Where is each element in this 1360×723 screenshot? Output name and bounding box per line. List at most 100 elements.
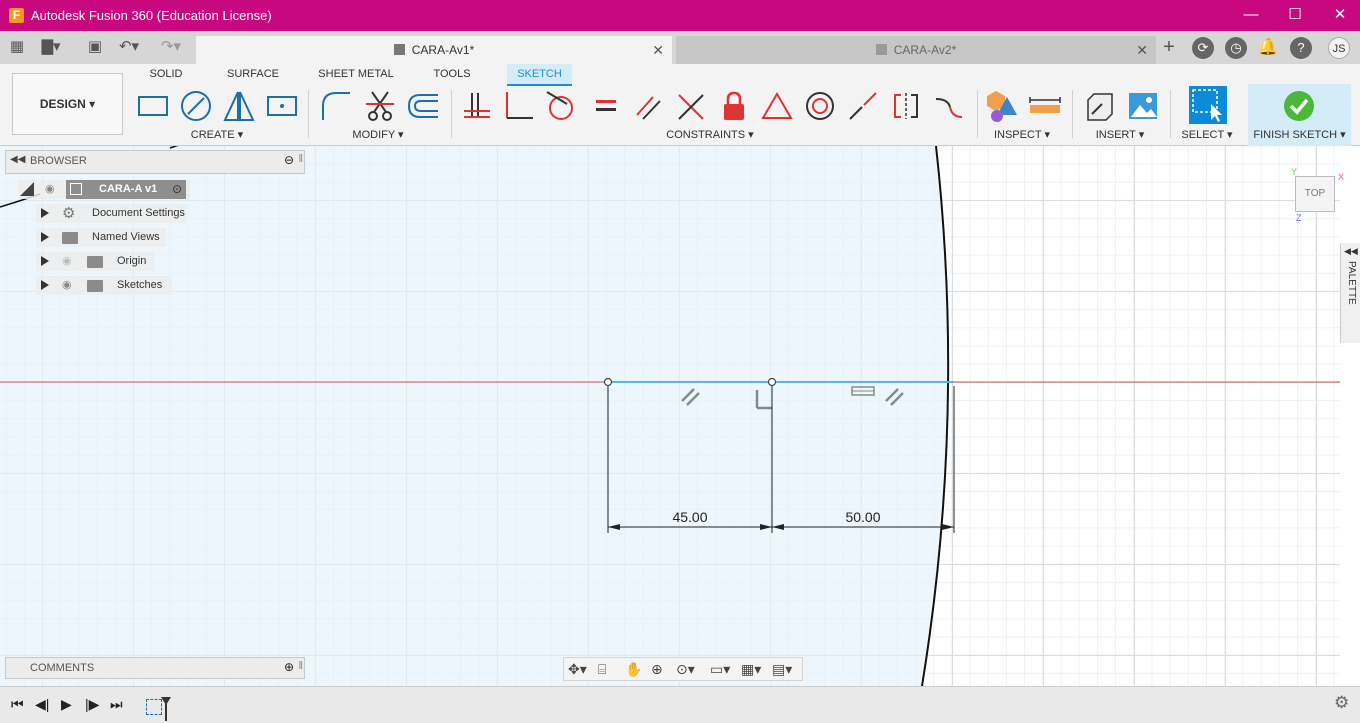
insert-derive-icon[interactable] [1083,89,1117,123]
fillet-tool-icon[interactable] [319,89,353,123]
play-icon[interactable]: ▶ [61,696,72,713]
user-avatar[interactable]: JS [1328,37,1350,59]
app-grid-icon[interactable]: ▦ [6,36,28,58]
browser-item-named-views[interactable]: Named Views [36,228,166,247]
expand-triangle-icon[interactable] [41,232,49,242]
browser-root-row[interactable]: ◉ CARA-A v1 ⊙ [18,180,190,199]
sketch-palette-tab[interactable]: ◀◀ SKETCH PALETTE [1340,243,1360,343]
notifications-icon[interactable]: 🔔 [1257,37,1279,59]
tab-cara-av2[interactable]: CARA-Av2* ✕ [676,36,1156,64]
fix-lock-icon[interactable] [717,89,751,123]
folder-icon [87,280,103,292]
browser-minimize-icon[interactable]: ⊖ [284,153,294,167]
new-tab-icon[interactable]: + [1158,36,1180,58]
fit-icon[interactable]: ⊙▾ [676,661,695,678]
tab-solid[interactable]: SOLID [138,64,194,86]
pan-hand-icon[interactable]: ✋ [625,661,642,678]
panel-drag-handle[interactable]: ‖ [298,660,303,672]
close-window-button[interactable]: ✕ [1325,4,1355,26]
tab-sheet-metal[interactable]: SHEET METAL [316,64,396,86]
orbit-icon[interactable]: ✥▾ [568,661,587,678]
expand-triangle-icon[interactable] [41,280,49,290]
perpendicular-constraint-icon[interactable] [674,89,708,123]
extensions-icon[interactable]: ⟳ [1192,37,1214,59]
browser-item-origin[interactable]: ◉ Origin [36,252,154,271]
parallel-constraint-icon[interactable] [631,89,665,123]
modify-menu[interactable]: MODIFY ▾ [348,128,408,141]
rectangle-tool-icon[interactable] [136,89,170,123]
grid-settings-icon[interactable]: ▦▾ [741,661,761,678]
undo-icon[interactable]: ↶▾ [118,36,140,58]
trim-scissors-icon[interactable] [363,89,397,123]
dimension-value-45[interactable]: 45.00 [672,509,707,525]
sketch-canvas[interactable]: 45.00 50.00 [0,146,1340,686]
insert-image-icon[interactable] [1126,89,1160,123]
coincident-constraint-icon[interactable] [502,89,536,123]
step-forward-icon[interactable]: |▶ [85,696,99,713]
concentric-constraint-icon[interactable] [803,89,837,123]
save-icon[interactable]: ▣ [84,36,106,58]
sketch-feature-icon[interactable] [146,699,162,715]
insert-menu[interactable]: INSERT ▾ [1093,128,1147,141]
offset-tool-icon[interactable] [406,89,440,123]
look-at-icon[interactable]: ⌸ [598,661,606,678]
point-tool-icon[interactable] [265,89,299,123]
tab-surface[interactable]: SURFACE [222,64,284,86]
tab-cara-av1[interactable]: CARA-Av1* ✕ [196,36,672,64]
timeline-settings-gear-icon[interactable]: ⚙ [1334,693,1349,713]
create-menu[interactable]: CREATE ▾ [186,128,248,141]
maximize-button[interactable]: ☐ [1280,4,1310,26]
close-tab-icon[interactable]: ✕ [1136,36,1148,64]
dimension-value-50[interactable]: 50.00 [845,509,880,525]
expanded-triangle-icon[interactable] [20,182,34,196]
symmetry-constraint-icon[interactable] [889,89,923,123]
visibility-eye-icon[interactable]: ◉ [62,276,72,295]
expand-triangle-icon[interactable] [41,208,49,218]
tab-sketch[interactable]: SKETCH [507,64,572,86]
minimize-button[interactable]: — [1236,4,1266,26]
tangent-constraint-icon[interactable] [544,89,578,123]
sketch-point[interactable] [767,377,777,387]
expand-palette-icon[interactable]: ◀◀ [1344,246,1358,257]
display-settings-icon[interactable]: ▭▾ [710,661,730,678]
collinear-constraint-icon[interactable] [846,89,880,123]
tab-tools[interactable]: TOOLS [426,64,478,86]
workspace-switcher[interactable]: DESIGN ▾ [12,73,123,135]
close-tab-icon[interactable]: ✕ [652,36,664,64]
select-tool-icon[interactable] [1189,86,1227,124]
viewports-icon[interactable]: ▤▾ [772,661,792,678]
redo-icon[interactable]: ↷▾ [160,36,182,58]
zoom-icon[interactable]: ⊕ [651,661,663,678]
collapse-panel-icon[interactable]: ◀◀ [10,154,25,165]
constraints-menu[interactable]: CONSTRAINTS ▾ [660,128,760,141]
go-to-start-icon[interactable]: ⏮ [11,696,24,713]
horizontal-vertical-constraint-icon[interactable] [460,89,494,123]
browser-item-document-settings[interactable]: ⚙ Document Settings [36,204,186,223]
file-menu-icon[interactable]: ▇▾ [40,36,62,58]
mirror-tool-icon[interactable] [222,89,256,123]
visibility-eye-icon[interactable]: ◉ [45,180,55,199]
view-cube[interactable]: TOP [1295,176,1335,212]
expand-triangle-icon[interactable] [41,256,49,266]
sketch-geometry[interactable]: 45.00 50.00 [0,146,1340,686]
panel-drag-handle[interactable]: ‖ [298,153,303,165]
midpoint-triangle-icon[interactable] [760,89,794,123]
inspect-shapes-icon[interactable] [985,89,1019,123]
curvature-constraint-icon[interactable] [932,89,966,123]
sketch-point[interactable] [603,377,613,387]
activate-radio-icon[interactable]: ⊙ [172,180,182,199]
view-cube-face[interactable]: TOP [1305,188,1325,199]
finish-sketch-button[interactable]: FINISH SKETCH ▾ [1248,84,1351,146]
inspect-menu[interactable]: INSPECT ▾ [993,128,1051,141]
job-status-icon[interactable]: ◷ [1225,37,1247,59]
equal-constraint-icon[interactable] [588,89,622,123]
go-to-end-icon[interactable]: ⏭ [110,696,123,713]
browser-item-sketches[interactable]: ◉ Sketches [36,276,172,295]
help-icon[interactable]: ? [1290,37,1312,59]
select-menu[interactable]: SELECT ▾ [1180,128,1234,141]
step-back-icon[interactable]: ◀| [35,696,49,713]
add-comment-icon[interactable]: ⊕ [284,660,294,674]
hidden-eye-icon[interactable]: ◉ [62,252,72,271]
circle-tool-icon[interactable] [179,89,213,123]
measure-ruler-icon[interactable] [1028,89,1062,123]
